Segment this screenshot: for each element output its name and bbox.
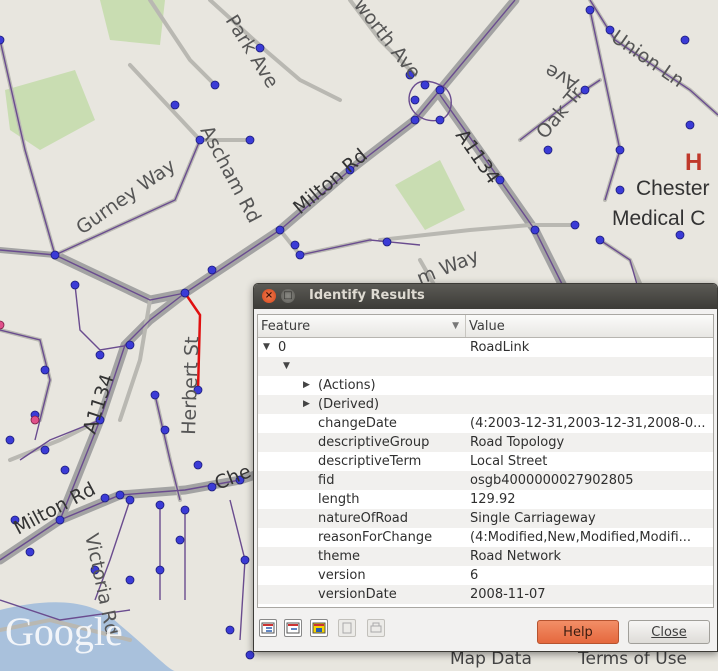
collapse-arrow-icon[interactable]: ▼ [283, 361, 290, 371]
map-label-medical: Medical C [612, 207, 705, 230]
expand-arrow-icon[interactable]: ▶ [303, 380, 310, 390]
row-value: 6 [470, 568, 479, 583]
collapse-icon[interactable] [284, 619, 302, 637]
row-feature: 0 [278, 340, 287, 355]
dialog-titlebar[interactable]: × □ Identify Results [254, 284, 717, 309]
sort-arrow-icon: ▼ [452, 321, 459, 331]
identify-results-dialog: × □ Identify Results Feature ▼ Value ▼ 0… [253, 283, 718, 652]
row-value: osgb4000000027902805 [470, 473, 634, 488]
row-feature: (Derived) [318, 397, 380, 412]
tree-row-attribute[interactable]: theme Road Network [258, 547, 713, 566]
tree-row-actions[interactable]: ▶ (Actions) [258, 376, 713, 395]
column-header-value-label: Value [469, 318, 505, 334]
tree-row-attribute[interactable]: versionDate 2008-11-07 [258, 585, 713, 604]
tree-row-attribute[interactable]: reasonForChange (4:Modified,New,Modified… [258, 528, 713, 547]
tree-row-layer[interactable]: ▼ [258, 357, 713, 376]
tree-row-attribute[interactable]: changeDate (4:2003-12-31,2003-12-31,2008… [258, 414, 713, 433]
row-value: RoadLink [470, 340, 530, 355]
collapse-arrow-icon[interactable]: ▼ [263, 342, 270, 352]
row-feature: version [318, 568, 366, 583]
map-label-herbert-st: Herbert St [178, 336, 203, 435]
row-feature: descriptiveTerm [318, 454, 422, 469]
expand-arrow-icon[interactable]: ▶ [303, 399, 310, 409]
tree-row-attribute[interactable]: descriptiveTerm Local Street [258, 452, 713, 471]
print-icon[interactable] [367, 619, 385, 637]
tree-row-attribute[interactable]: descriptiveGroup Road Topology [258, 433, 713, 452]
row-feature: (Actions) [318, 378, 376, 393]
column-header-value[interactable]: Value [466, 315, 713, 337]
google-logo: Google [5, 609, 123, 654]
window-close-button[interactable]: × [262, 289, 276, 303]
tree-header: Feature ▼ Value [258, 315, 713, 338]
close-icon: × [264, 290, 274, 301]
expand-icon[interactable] [259, 619, 277, 637]
column-header-feature[interactable]: Feature ▼ [258, 315, 466, 337]
column-header-feature-label: Feature [261, 318, 311, 334]
results-tree[interactable]: Feature ▼ Value ▼ 0 RoadLink ▼ ▶ (Action… [257, 314, 714, 608]
row-value: Local Street [470, 454, 548, 469]
row-value: (4:2003-12-31,2003-12-31,2008-0... [470, 416, 706, 431]
map-label-chesterton: Chester [636, 177, 710, 200]
restore-icon: □ [283, 290, 293, 301]
help-button[interactable]: Help [537, 620, 619, 644]
row-feature: reasonForChange [318, 530, 433, 545]
tree-row-attribute[interactable]: fid osgb4000000027902805 [258, 471, 713, 490]
row-feature: changeDate [318, 416, 397, 431]
row-feature: natureOfRoad [318, 511, 409, 526]
row-feature: versionDate [318, 587, 397, 602]
row-value: 2008-11-07 [470, 587, 546, 602]
row-feature: length [318, 492, 360, 507]
row-value: Road Topology [470, 435, 565, 450]
tree-row-attribute[interactable]: version 6 [258, 566, 713, 585]
help-button-label: Help [563, 624, 593, 640]
highlight-icon[interactable] [310, 619, 328, 637]
row-value [466, 376, 713, 395]
row-value: (4:Modified,New,Modified,Modifi... [470, 530, 692, 545]
row-value [466, 357, 713, 376]
row-feature: fid [318, 473, 335, 488]
row-value: 129.92 [470, 492, 516, 507]
dialog-title: Identify Results [309, 288, 425, 303]
dialog-button-bar: Help Close [254, 612, 717, 648]
close-button[interactable]: Close [628, 620, 710, 644]
tree-row-derived[interactable]: ▶ (Derived) [258, 395, 713, 414]
map-data-link[interactable]: Map Data [450, 649, 532, 669]
copy-icon[interactable] [338, 619, 356, 637]
row-value: Road Network [470, 549, 562, 564]
hospital-h: H [685, 149, 702, 176]
terms-of-use-link[interactable]: Terms of Use [577, 649, 687, 669]
tree-row-attribute[interactable]: length 129.92 [258, 490, 713, 509]
row-feature: descriptiveGroup [318, 435, 430, 450]
tree-row-attribute[interactable]: natureOfRoad Single Carriageway [258, 509, 713, 528]
row-feature: theme [318, 549, 360, 564]
window-restore-button[interactable]: □ [281, 289, 295, 303]
row-value: Single Carriageway [470, 511, 596, 526]
close-button-label: Close [651, 624, 687, 640]
row-value [466, 395, 713, 414]
tree-row-feature-0[interactable]: ▼ 0 RoadLink [258, 338, 713, 357]
